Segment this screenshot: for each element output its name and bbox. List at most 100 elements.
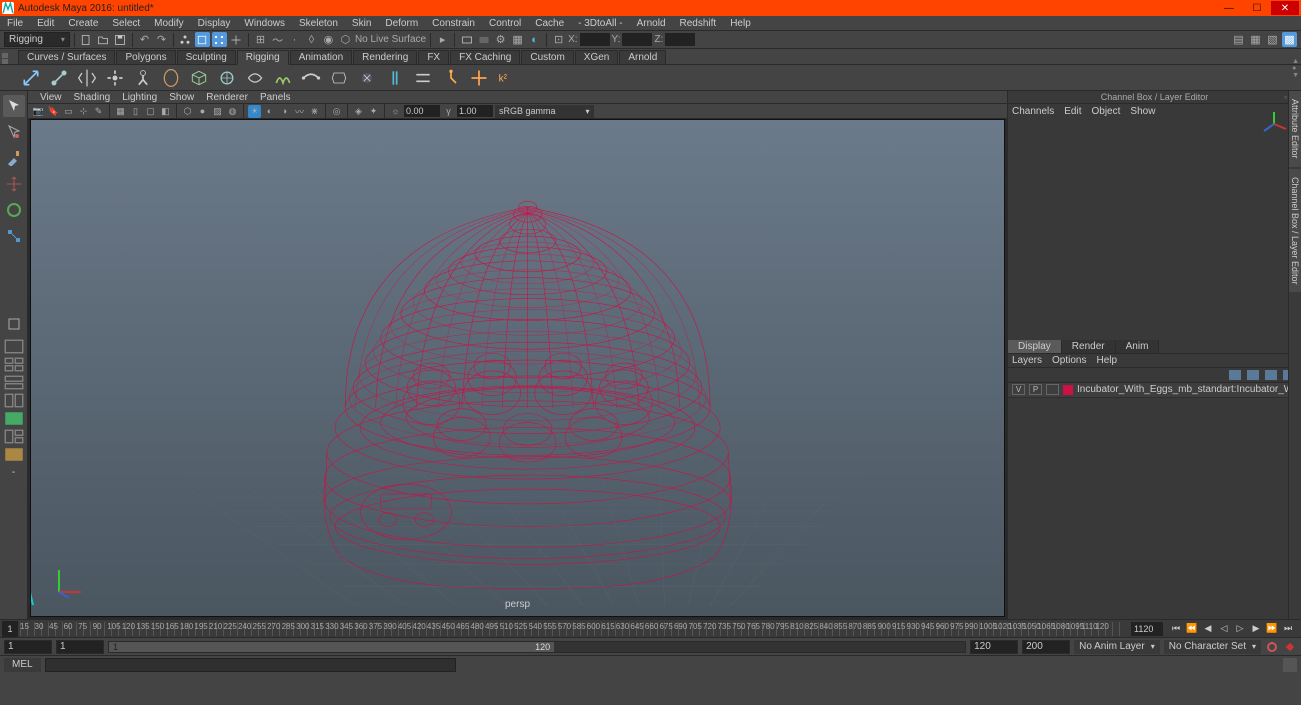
vp-textured-icon[interactable]: ▨ bbox=[211, 105, 224, 118]
menu-skeleton[interactable]: Skeleton bbox=[292, 18, 345, 29]
shelf-tab-polygons[interactable]: Polygons bbox=[116, 50, 175, 64]
viewport-3d[interactable]: persp bbox=[30, 119, 1005, 617]
layout-two-h-icon[interactable] bbox=[4, 375, 24, 389]
x-input[interactable] bbox=[580, 33, 610, 46]
orient-joint-icon[interactable] bbox=[104, 67, 126, 89]
snap-live-icon[interactable]: ◉ bbox=[321, 32, 336, 47]
undo-icon[interactable]: ↶ bbox=[137, 32, 152, 47]
chbox-menu-show[interactable]: Show bbox=[1130, 106, 1155, 117]
layout-script-icon[interactable] bbox=[4, 447, 24, 461]
shelf-tab-xgen[interactable]: XGen bbox=[575, 50, 619, 64]
select-by-hierarchy-icon[interactable] bbox=[178, 32, 193, 47]
panel-layout-icon-1[interactable]: ▤ bbox=[1231, 32, 1246, 47]
vp-menu-renderer[interactable]: Renderer bbox=[200, 92, 254, 103]
menu-constrain[interactable]: Constrain bbox=[425, 18, 482, 29]
menu-control[interactable]: Control bbox=[482, 18, 528, 29]
panel-layout-icon-4[interactable]: ▩ bbox=[1282, 32, 1297, 47]
snap-curve-icon[interactable]: 〜 bbox=[270, 32, 285, 47]
end-frame-box[interactable]: 1120 bbox=[1131, 622, 1163, 636]
range-slider[interactable]: 1120 bbox=[108, 641, 966, 653]
layer-visibility-box[interactable]: V bbox=[1012, 384, 1025, 395]
vp-menu-show[interactable]: Show bbox=[163, 92, 200, 103]
select-by-component-icon[interactable] bbox=[212, 32, 227, 47]
lasso-tool-icon[interactable] bbox=[3, 121, 25, 143]
render-view-icon[interactable]: ▦ bbox=[510, 32, 525, 47]
anim-end-input[interactable] bbox=[1022, 640, 1070, 654]
go-to-start-icon[interactable]: ⏮ bbox=[1169, 622, 1183, 635]
layer-menu-layers[interactable]: Layers bbox=[1012, 355, 1042, 366]
render-settings-icon[interactable]: ⚙ bbox=[493, 32, 508, 47]
view-compass-icon[interactable] bbox=[1259, 109, 1289, 139]
menu-arnold[interactable]: Arnold bbox=[630, 18, 673, 29]
vp-gamma-selector[interactable]: sRGB gamma bbox=[495, 105, 594, 118]
layout-four-icon[interactable] bbox=[4, 357, 24, 371]
menu-select[interactable]: Select bbox=[105, 18, 147, 29]
vp-wireframe-icon[interactable]: ⬡ bbox=[181, 105, 194, 118]
undock-icon[interactable]: ▫ bbox=[1284, 93, 1287, 102]
layer-type-box[interactable] bbox=[1046, 384, 1059, 395]
vp-ao-icon[interactable]: ◑ bbox=[278, 105, 291, 118]
paint-select-tool-icon[interactable] bbox=[3, 147, 25, 169]
layer-menu-options[interactable]: Options bbox=[1052, 355, 1086, 366]
last-tool-icon[interactable] bbox=[3, 313, 25, 335]
vp-grease-icon[interactable]: ✎ bbox=[92, 105, 105, 118]
vp-shadows-icon[interactable]: ◐ bbox=[263, 105, 276, 118]
vp-image-plane-icon[interactable]: ▭ bbox=[62, 105, 75, 118]
hik-icon[interactable]: k² bbox=[496, 67, 518, 89]
char-set-selector[interactable]: No Character Set bbox=[1164, 640, 1261, 654]
make-live-icon[interactable]: ⬡ bbox=[338, 32, 353, 47]
layer-icon-3[interactable] bbox=[1265, 370, 1277, 380]
select-type-icon[interactable] bbox=[229, 32, 244, 47]
constraint-point-icon[interactable] bbox=[468, 67, 490, 89]
menu--dtoall-[interactable]: - 3DtoAll - bbox=[571, 18, 629, 29]
rotate-tool-icon[interactable] bbox=[3, 199, 25, 221]
panel-layout-icon-3[interactable]: ▧ bbox=[1265, 32, 1280, 47]
shelf-tab-sculpting[interactable]: Sculpting bbox=[177, 50, 236, 64]
chbox-menu-channels[interactable]: Channels bbox=[1012, 106, 1054, 117]
menu-file[interactable]: File bbox=[0, 18, 30, 29]
chbox-menu-edit[interactable]: Edit bbox=[1064, 106, 1081, 117]
vp-grid-icon[interactable]: ▦ bbox=[114, 105, 127, 118]
new-scene-icon[interactable] bbox=[79, 32, 94, 47]
menu-redshift[interactable]: Redshift bbox=[673, 18, 724, 29]
layer-tab-anim[interactable]: Anim bbox=[1116, 340, 1160, 353]
snap-grid-icon[interactable]: ⊞ bbox=[253, 32, 268, 47]
scale-tool-icon[interactable] bbox=[3, 225, 25, 247]
shelf-tab-custom[interactable]: Custom bbox=[521, 50, 573, 64]
vp-gate-mask-icon[interactable]: ◧ bbox=[159, 105, 172, 118]
workspace-selector[interactable]: Rigging bbox=[4, 32, 70, 47]
menu-deform[interactable]: Deform bbox=[378, 18, 425, 29]
vertical-tab-attribute-editor[interactable]: Attribute Editor bbox=[1289, 91, 1301, 167]
chbox-menu-object[interactable]: Object bbox=[1092, 106, 1121, 117]
vp-film-gate-icon[interactable]: ▯ bbox=[129, 105, 142, 118]
command-input[interactable] bbox=[45, 658, 456, 672]
step-back-frame-icon[interactable]: ◀ bbox=[1201, 622, 1215, 635]
play-end-input[interactable] bbox=[970, 640, 1018, 654]
joint-insert-icon[interactable] bbox=[48, 67, 70, 89]
shelf-tab-arnold[interactable]: Arnold bbox=[619, 50, 666, 64]
open-scene-icon[interactable] bbox=[96, 32, 111, 47]
select-by-object-icon[interactable] bbox=[195, 32, 210, 47]
lattice-icon[interactable] bbox=[188, 67, 210, 89]
vp-gamma-input[interactable] bbox=[457, 105, 493, 117]
constraint-parent-icon[interactable] bbox=[440, 67, 462, 89]
menu-cache[interactable]: Cache bbox=[528, 18, 571, 29]
mel-label[interactable]: MEL bbox=[4, 658, 41, 672]
layer-color-swatch[interactable] bbox=[1063, 385, 1073, 395]
shelf-tab-fx[interactable]: FX bbox=[418, 50, 449, 64]
render-frame-icon[interactable] bbox=[459, 32, 474, 47]
save-scene-icon[interactable] bbox=[113, 32, 128, 47]
menu-skin[interactable]: Skin bbox=[345, 18, 378, 29]
time-ruler[interactable]: 1 15304560759010512013515016518019521022… bbox=[0, 620, 1301, 638]
menu-help[interactable]: Help bbox=[723, 18, 758, 29]
auto-key-icon[interactable] bbox=[1265, 640, 1279, 654]
vp-menu-lighting[interactable]: Lighting bbox=[116, 92, 163, 103]
step-fwd-frame-icon[interactable]: ▶ bbox=[1249, 622, 1263, 635]
menu-windows[interactable]: Windows bbox=[237, 18, 292, 29]
redo-icon[interactable]: ↷ bbox=[154, 32, 169, 47]
play-fwd-icon[interactable]: ▷ bbox=[1233, 622, 1247, 635]
wire-tool-icon[interactable] bbox=[300, 67, 322, 89]
ipr-render-icon[interactable] bbox=[476, 32, 491, 47]
layout-outliner-icon[interactable] bbox=[4, 411, 24, 425]
vp-exposure-input[interactable] bbox=[404, 105, 440, 117]
